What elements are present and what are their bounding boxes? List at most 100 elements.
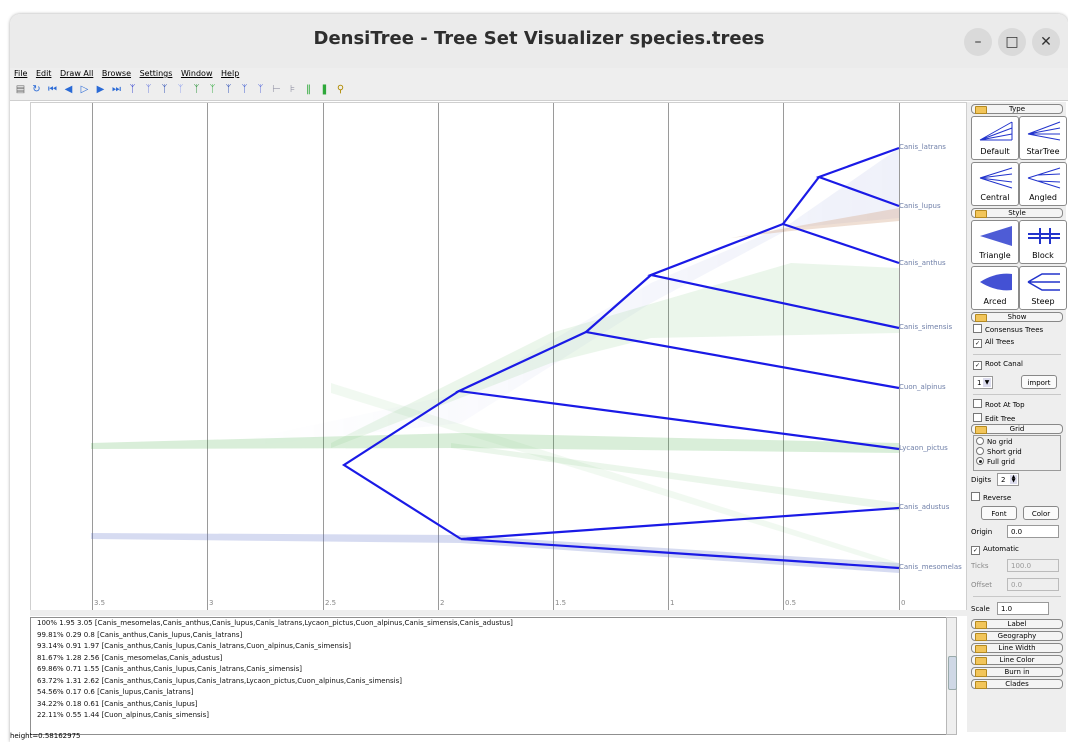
- split-pane-divider[interactable]: [30, 610, 967, 616]
- section-type[interactable]: Type: [971, 104, 1063, 114]
- minimize-icon[interactable]: –: [964, 28, 992, 56]
- full-grid-radio[interactable]: Full grid: [976, 457, 1015, 466]
- menu-window[interactable]: Window: [181, 69, 213, 78]
- column-view-icon[interactable]: ‖: [302, 83, 315, 96]
- menu-edit[interactable]: Edit: [36, 69, 52, 78]
- tree-haze: [91, 148, 899, 573]
- first-tree-icon[interactable]: ⏮: [46, 83, 59, 96]
- root-canal-checkbox[interactable]: ✓ Root Canal: [973, 360, 1023, 370]
- next-tree-icon[interactable]: ▶: [94, 83, 107, 96]
- tree-canvas[interactable]: Canis_latrans Canis_lupus Canis_anthus C…: [30, 102, 967, 612]
- help-icon[interactable]: ⚲: [334, 83, 347, 96]
- previous-tree-icon[interactable]: ◀: [62, 83, 75, 96]
- type-startree-button[interactable]: StarTree: [1019, 116, 1067, 160]
- startree-icon: [1027, 121, 1061, 141]
- radio-selected-icon: [976, 457, 984, 465]
- clade-line: 100% 1.95 3.05 [Canis_mesomelas,Canis_an…: [37, 619, 513, 627]
- folder-icon: [975, 669, 987, 677]
- all-trees-checkbox[interactable]: ✓ All Trees: [973, 338, 1014, 348]
- tree-view-2-icon[interactable]: ᛉ: [142, 83, 155, 96]
- origin-label: Origin: [971, 528, 993, 536]
- section-burn-in[interactable]: Burn in: [971, 667, 1063, 677]
- digits-spinner[interactable]: 2 ▲ ▼: [997, 473, 1019, 486]
- axis-tick-label: 2.5: [325, 599, 337, 607]
- short-grid-radio[interactable]: Short grid: [976, 447, 1022, 456]
- status-bar: height=0.58162975: [10, 732, 81, 740]
- clade-line: 54.56% 0.17 0.6 [Canis_lupus,Canis_latra…: [37, 688, 194, 696]
- open-icon[interactable]: ▤: [14, 83, 27, 96]
- style-steep-button[interactable]: Steep: [1019, 266, 1067, 310]
- tree-view-5-icon[interactable]: ᛉ: [190, 83, 203, 96]
- tree-view-1-icon[interactable]: ᛉ: [126, 83, 139, 96]
- tree-view-7-icon[interactable]: ᛉ: [222, 83, 235, 96]
- root-at-top-checkbox[interactable]: Root At Top: [973, 399, 1025, 409]
- menu-file[interactable]: File: [14, 69, 27, 78]
- tree-view-9-icon[interactable]: ᛉ: [254, 83, 267, 96]
- scale-field[interactable]: 1.0: [997, 602, 1049, 615]
- section-style[interactable]: Style: [971, 208, 1063, 218]
- last-tree-icon[interactable]: ⏭: [110, 83, 123, 96]
- color-button[interactable]: Color: [1023, 506, 1059, 520]
- style-block-button[interactable]: Block: [1019, 220, 1067, 264]
- tree-view-3-icon[interactable]: ᛉ: [158, 83, 171, 96]
- folder-icon: [975, 621, 987, 629]
- section-label[interactable]: Label: [971, 619, 1063, 629]
- menu-draw-all[interactable]: Draw All: [60, 69, 93, 78]
- maximize-icon[interactable]: □: [998, 28, 1026, 56]
- font-button[interactable]: Font: [981, 506, 1017, 520]
- offset-field[interactable]: 0.0: [1007, 578, 1059, 591]
- edit-tree-checkbox[interactable]: Edit Tree: [973, 413, 1015, 423]
- scale-label: Scale: [971, 605, 990, 613]
- axis-tick-label: 3: [209, 599, 214, 607]
- no-grid-radio[interactable]: No grid: [976, 437, 1012, 446]
- toolbar: ▤ ↻ ⏮ ◀ ▷ ▶ ⏭ ᛉ ᛉ ᛉ ᛉ ᛉ ᛉ ᛉ ᛉ ᛉ ⊢ ⊧ ‖ ❚ …: [10, 80, 1068, 101]
- clade-line: 63.72% 1.31 2.62 [Canis_anthus,Canis_lup…: [37, 676, 402, 685]
- tree-view-11-icon[interactable]: ⊧: [286, 83, 299, 96]
- settings-panel: Type Default StarTree Central Angled Sty…: [967, 102, 1067, 732]
- checkmark-icon: ✓: [973, 339, 982, 348]
- type-default-button[interactable]: Default: [971, 116, 1019, 160]
- origin-field[interactable]: 0.0: [1007, 525, 1059, 538]
- tree-view-4-icon[interactable]: ᛉ: [174, 83, 187, 96]
- scrollbar-thumb[interactable]: [948, 656, 957, 690]
- play-icon[interactable]: ▷: [78, 83, 91, 96]
- root-canal-select[interactable]: 1 ▼: [973, 376, 993, 389]
- clade-text-area[interactable]: 100% 1.95 3.05 [Canis_mesomelas,Canis_an…: [30, 617, 955, 735]
- section-line-color[interactable]: Line Color: [971, 655, 1063, 665]
- menu-help[interactable]: Help: [221, 69, 239, 78]
- taxon-label: Canis_adustus: [899, 503, 950, 511]
- tree-view-10-icon[interactable]: ⊢: [270, 83, 283, 96]
- automatic-checkbox[interactable]: ✓ Automatic: [971, 545, 1019, 555]
- clade-line: 22.11% 0.55 1.44 [Cuon_alpinus,Canis_sim…: [37, 711, 210, 719]
- checkmark-icon: ✓: [973, 361, 982, 370]
- tree-view-8-icon[interactable]: ᛉ: [238, 83, 251, 96]
- style-triangle-button[interactable]: Triangle: [971, 220, 1019, 264]
- taxon-label: Canis_simensis: [899, 323, 953, 331]
- bar-view-icon[interactable]: ❚: [318, 83, 331, 96]
- section-show[interactable]: Show: [971, 312, 1063, 322]
- arced-style-icon: [980, 273, 1012, 291]
- folder-icon: [975, 681, 987, 689]
- text-scrollbar[interactable]: [946, 617, 957, 735]
- menu-browse[interactable]: Browse: [102, 69, 131, 78]
- tree-view-6-icon[interactable]: ᛉ: [206, 83, 219, 96]
- divider: [973, 596, 1061, 597]
- reload-icon[interactable]: ↻: [30, 83, 43, 96]
- reverse-checkbox[interactable]: Reverse: [971, 492, 1011, 502]
- section-clades[interactable]: Clades: [971, 679, 1063, 689]
- taxon-label: Cuon_alpinus: [899, 383, 946, 391]
- section-line-width[interactable]: Line Width: [971, 643, 1063, 653]
- import-button[interactable]: import: [1021, 375, 1057, 389]
- section-grid[interactable]: Grid: [971, 424, 1063, 434]
- folder-icon: [975, 106, 987, 114]
- close-icon[interactable]: ✕: [1032, 28, 1060, 56]
- consensus-trees-checkbox[interactable]: Consensus Trees: [973, 324, 1043, 334]
- style-arced-button[interactable]: Arced: [971, 266, 1019, 310]
- section-geography[interactable]: Geography: [971, 631, 1063, 641]
- clade-line: 69.86% 0.71 1.55 [Canis_anthus,Canis_lup…: [37, 665, 303, 673]
- menu-settings[interactable]: Settings: [140, 69, 173, 78]
- ticks-field[interactable]: 100.0: [1007, 559, 1059, 572]
- type-angled-button[interactable]: Angled: [1019, 162, 1067, 206]
- divider: [973, 394, 1061, 395]
- type-central-button[interactable]: Central: [971, 162, 1019, 206]
